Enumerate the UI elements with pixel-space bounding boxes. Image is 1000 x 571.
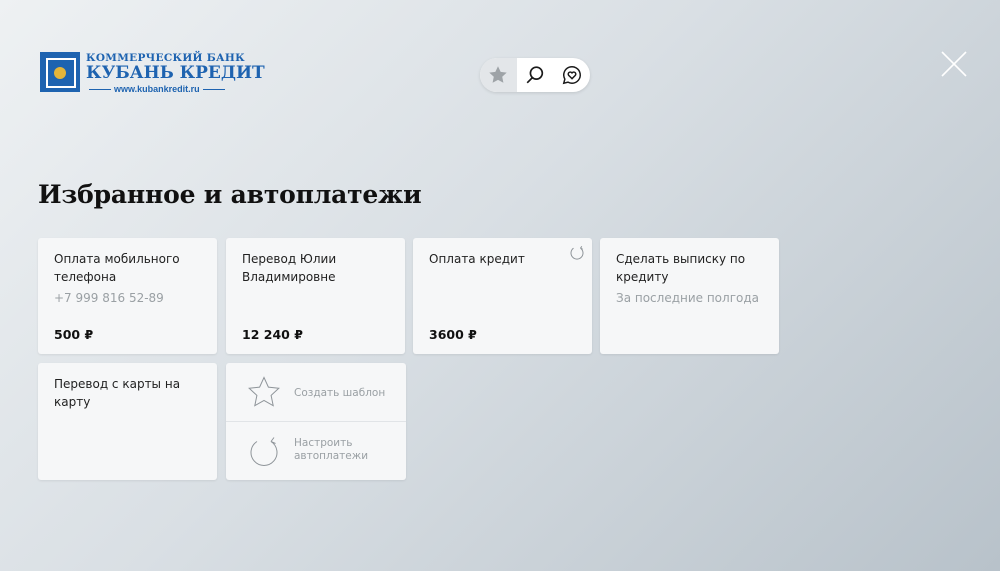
star-outline-icon <box>248 376 280 407</box>
card-name: Перевод Юлии Владимировне <box>242 252 337 284</box>
card-amount: 3600 ₽ <box>429 327 477 342</box>
setup-autopay-line2: автоплатежи <box>294 450 369 462</box>
search-icon <box>526 66 544 84</box>
card-name: Сделать выписку по кредиту <box>616 252 746 284</box>
close-icon <box>941 51 967 77</box>
feedback-button[interactable] <box>553 58 590 92</box>
setup-autopay-label: Настроить автоплатежи <box>294 437 368 463</box>
card-name: Оплата мобильного телефона <box>54 252 180 284</box>
favorite-card[interactable]: Сделать выписку по кредиту За последние … <box>600 238 779 354</box>
heart-chat-icon <box>562 66 581 85</box>
card-amount: 12 240 ₽ <box>242 327 303 342</box>
create-template-label: Создать шаблон <box>294 387 386 399</box>
close-button[interactable] <box>940 50 968 78</box>
setup-autopay-button[interactable]: Настроить автоплатежи <box>226 422 406 480</box>
star-icon <box>489 66 508 83</box>
card-subtitle: За последние полгода <box>616 291 759 305</box>
brand-site-text: www.kubankredit.ru <box>114 84 200 94</box>
favorites-tab[interactable] <box>480 58 517 92</box>
brand-line2: КУБАНЬ КРЕДИТ <box>86 63 265 83</box>
create-template-button[interactable]: Создать шаблон <box>226 363 406 422</box>
bank-emblem-icon <box>40 52 80 92</box>
favorite-card[interactable]: Оплата кредит 3600 ₽ <box>413 238 592 354</box>
autopay-icon <box>250 437 278 466</box>
page-title: Избранное и автоплатежи <box>38 180 422 209</box>
setup-autopay-line1: Настроить <box>294 437 353 449</box>
card-name: Оплата кредит <box>429 252 525 266</box>
favorite-card[interactable]: Оплата мобильного телефона +7 999 816 52… <box>38 238 217 354</box>
bank-wordmark: КОММЕРЧЕСКИЙ БАНК КУБАНЬ КРЕДИТ www.kuba… <box>86 52 265 94</box>
autopay-icon <box>570 246 584 260</box>
card-amount: 500 ₽ <box>54 327 94 342</box>
card-subtitle: +7 999 816 52-89 <box>54 291 164 305</box>
bank-logo[interactable]: КОММЕРЧЕСКИЙ БАНК КУБАНЬ КРЕДИТ www.kuba… <box>40 52 265 94</box>
card-name: Перевод с карты на карту <box>54 377 181 409</box>
quick-actions-card: Создать шаблон Настроить автоплатежи <box>226 363 406 480</box>
top-nav <box>480 58 590 92</box>
brand-site: www.kubankredit.ru <box>86 84 265 94</box>
favorite-card[interactable]: Перевод с карты на карту <box>38 363 217 480</box>
favorite-card[interactable]: Перевод Юлии Владимировне 12 240 ₽ <box>226 238 405 354</box>
search-button[interactable] <box>517 58 554 92</box>
